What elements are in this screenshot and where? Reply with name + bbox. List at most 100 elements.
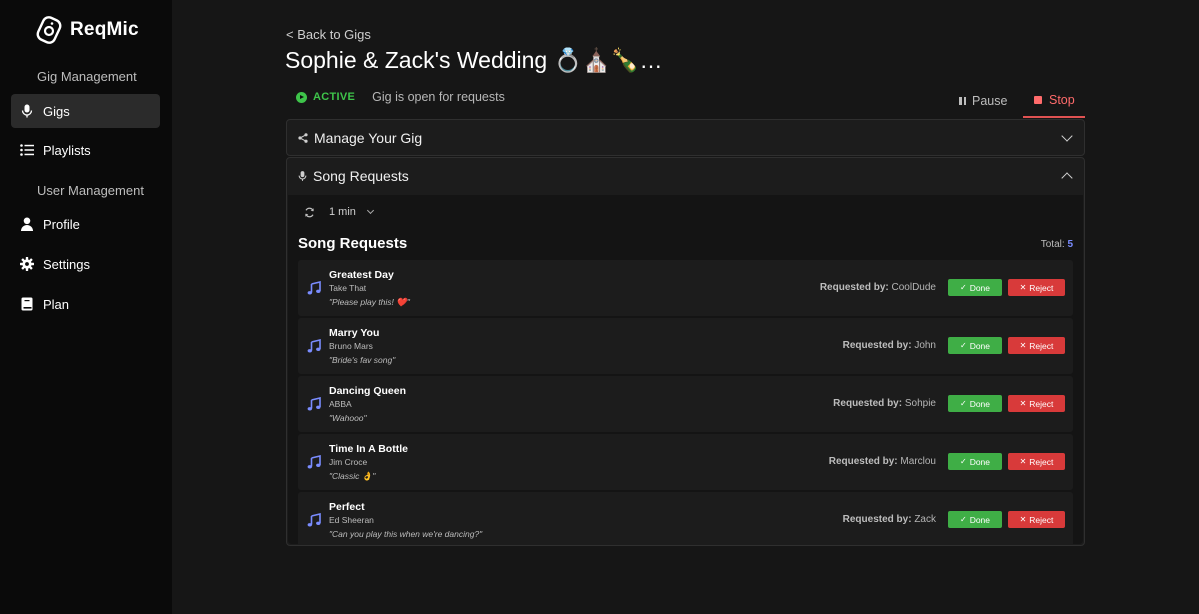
requested-by-label: Requested by:	[828, 456, 898, 467]
list-item: Perfect Ed Sheeran "Can you play this wh…	[298, 492, 1073, 544]
requested-by: Requested by: Zack	[843, 514, 936, 525]
requested-by-label: Requested by:	[842, 340, 912, 351]
total-label: Total:	[1040, 239, 1065, 250]
gear-icon	[20, 257, 34, 271]
done-label: Done	[969, 282, 991, 293]
reject-label: Reject	[1029, 514, 1054, 525]
request-note: "Please play this! ❤️"	[329, 297, 410, 307]
requester-name: CoolDude	[891, 282, 936, 293]
list-icon	[20, 143, 34, 157]
requested-by: Requested by: Marclou	[829, 456, 936, 467]
reject-label: Reject	[1029, 282, 1054, 293]
done-label: Done	[969, 456, 991, 467]
reject-button[interactable]: ✕ Reject	[1008, 511, 1065, 528]
song-requests-header[interactable]: Song Requests	[287, 158, 1084, 194]
done-button[interactable]: ✓ Done	[948, 337, 1002, 354]
stop-button[interactable]: Stop	[1023, 84, 1085, 118]
sidebar-item-profile[interactable]: Profile	[11, 207, 160, 241]
reject-button[interactable]: ✕ Reject	[1008, 395, 1065, 412]
requester-name: Sohpie	[904, 398, 936, 409]
done-label: Done	[969, 514, 991, 525]
music-note-icon	[307, 455, 321, 469]
reject-label: Reject	[1029, 398, 1054, 409]
song-artist: Ed Sheeran	[329, 515, 374, 525]
sidebar-item-settings[interactable]: Settings	[11, 247, 160, 281]
music-note-icon	[307, 281, 321, 295]
close-icon: ✕	[1019, 283, 1027, 292]
song-artist: Bruno Mars	[329, 341, 373, 351]
requests-heading: Song Requests	[298, 235, 408, 252]
requested-by: Requested by: CoolDude	[820, 282, 936, 293]
reject-label: Reject	[1029, 456, 1054, 467]
requested-by: Requested by: Sohpie	[833, 398, 936, 409]
pause-button[interactable]: Pause	[959, 84, 1007, 118]
done-button[interactable]: ✓ Done	[948, 511, 1002, 528]
song-title: Marry You	[329, 327, 380, 339]
requested-by-label: Requested by:	[833, 398, 903, 409]
requested-by: Requested by: John	[843, 340, 936, 351]
manage-gig-header[interactable]: Manage Your Gig	[287, 120, 1084, 156]
share-icon	[298, 133, 308, 143]
close-icon: ✕	[1019, 515, 1027, 524]
sidebar-item-label: Gigs	[43, 103, 70, 119]
music-note-icon	[307, 397, 321, 411]
total-value: 5	[1067, 239, 1073, 250]
requester-name: Marclou	[900, 456, 936, 467]
pause-icon	[959, 97, 966, 105]
done-label: Done	[969, 340, 991, 351]
request-list: Greatest Day Take That "Please play this…	[298, 260, 1073, 544]
close-icon: ✕	[1019, 457, 1027, 466]
list-item: Dancing Queen ABBA "Wahooo" Requested by…	[298, 376, 1073, 432]
page-title: Sophie & Zack's Wedding 💍⛪🍾…	[285, 47, 663, 73]
gig-status: ACTIVE Gig is open for requests	[296, 90, 505, 104]
list-item: Time In A Bottle Jim Croce "Classic 👌" R…	[298, 434, 1073, 490]
request-note: "Can you play this when we're dancing?"	[329, 529, 483, 539]
reject-button[interactable]: ✕ Reject	[1008, 279, 1065, 296]
refresh-icon	[305, 207, 314, 217]
song-title: Dancing Queen	[329, 385, 407, 397]
requester-name: John	[914, 340, 936, 351]
done-button[interactable]: ✓ Done	[948, 453, 1002, 470]
close-icon: ✕	[1019, 399, 1027, 408]
requests-content: 1 min Song Requests Total: 5 Greatest Da…	[288, 195, 1083, 544]
sidebar-item-plan[interactable]: Plan	[11, 287, 160, 321]
stop-icon	[1034, 96, 1042, 104]
check-icon: ✓	[959, 515, 967, 524]
music-note-icon	[307, 513, 321, 527]
check-icon: ✓	[959, 283, 967, 292]
song-title: Time In A Bottle	[329, 443, 408, 455]
section-title-gig-management: Gig Management	[37, 69, 137, 84]
chevron-down-icon	[1061, 130, 1073, 142]
check-icon: ✓	[959, 399, 967, 408]
pause-label: Pause	[972, 94, 1008, 108]
sidebar-item-gigs[interactable]: Gigs	[11, 94, 160, 128]
reqmic-logo-icon	[36, 16, 62, 44]
sidebar-item-label: Settings	[43, 256, 90, 272]
book-icon	[20, 297, 34, 311]
close-icon: ✕	[1019, 341, 1027, 350]
play-circle-icon	[296, 91, 307, 103]
reject-button[interactable]: ✕ Reject	[1008, 337, 1065, 354]
list-item: Marry You Bruno Mars "Bride's fav song" …	[298, 318, 1073, 374]
sidebar: ReqMic Gig Management Gigs Playlists Use…	[0, 0, 172, 614]
done-label: Done	[969, 398, 991, 409]
back-to-gigs-link[interactable]: < Back to Gigs	[286, 27, 371, 42]
refresh-interval-select[interactable]: 1 min	[304, 206, 374, 218]
sidebar-item-playlists[interactable]: Playlists	[11, 133, 160, 167]
request-note: "Wahooo"	[329, 413, 367, 423]
brand-logo[interactable]: ReqMic	[35, 16, 139, 44]
song-title: Greatest Day	[329, 269, 394, 281]
status-badge: ACTIVE	[313, 91, 356, 103]
manage-gig-title: Manage Your Gig	[314, 130, 423, 146]
requested-by-label: Requested by:	[842, 514, 912, 525]
check-icon: ✓	[959, 341, 967, 350]
list-item: Greatest Day Take That "Please play this…	[298, 260, 1073, 316]
done-button[interactable]: ✓ Done	[948, 395, 1002, 412]
check-icon: ✓	[959, 457, 967, 466]
done-button[interactable]: ✓ Done	[948, 279, 1002, 296]
song-requests-title: Song Requests	[313, 168, 409, 184]
song-artist: Take That	[329, 283, 367, 293]
sidebar-item-label: Plan	[43, 296, 70, 312]
reject-button[interactable]: ✕ Reject	[1008, 453, 1065, 470]
chevron-up-icon	[1061, 172, 1073, 184]
